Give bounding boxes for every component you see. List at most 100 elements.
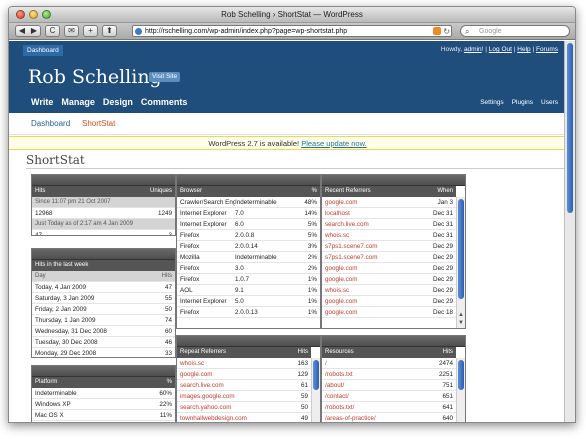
search-field[interactable]: ⌕ Google — [460, 25, 570, 37]
dashboard-tab[interactable]: Dashboard — [23, 45, 63, 56]
repeat-referrer-row[interactable]: whois.sc 163 — [177, 358, 311, 369]
platform-col: Platform — [35, 379, 58, 385]
reload-icon: C — [49, 26, 56, 35]
reload-small-icon[interactable]: ↻ — [443, 26, 450, 37]
secondary-nav: Settings Plugins Users — [480, 99, 558, 106]
update-now-link[interactable]: Please update now. — [301, 139, 366, 148]
platform-cell-0: Windows XP — [35, 401, 71, 408]
referrer-row[interactable]: s7ps1.scene7.com Dec 29 — [322, 241, 456, 252]
submenu-shortstat[interactable]: ShortStat — [82, 119, 115, 128]
separator: | — [485, 46, 487, 53]
referrer-row[interactable]: search.live.com Dec 31 — [322, 219, 456, 230]
back-arrow-icon[interactable]: ◀ — [19, 26, 25, 36]
referrer-cell-0[interactable]: google.com — [325, 307, 423, 317]
resource-row[interactable]: /contact/651 — [322, 391, 456, 402]
nav-settings[interactable]: Settings — [480, 99, 504, 106]
reload-button[interactable]: C — [45, 25, 60, 37]
repeat-referrer-cell-0[interactable]: search.yahoo.com — [180, 402, 278, 412]
help-link[interactable]: Help — [517, 46, 530, 53]
repeat-referrer-row[interactable]: townhallwebdesign.com 49 — [177, 413, 311, 422]
nav-comments[interactable]: Comments — [141, 97, 188, 107]
resource-cell-0[interactable]: /robots.txt/ — [325, 402, 423, 412]
visit-site-button[interactable]: Visit Site — [149, 72, 181, 82]
scroll-up-icon[interactable]: ▲ — [458, 312, 464, 318]
referrer-cell-0[interactable]: localhost — [325, 208, 423, 218]
nav-users[interactable]: Users — [541, 99, 558, 106]
page-scroll-thumb[interactable] — [567, 43, 573, 213]
referrer-cell-0[interactable]: whois.sc — [325, 230, 423, 240]
referrer-row[interactable]: google.com Dec 29 — [322, 274, 456, 285]
rss-icon[interactable] — [433, 27, 441, 35]
page-scrollbar[interactable] — [564, 41, 575, 422]
referrer-row[interactable]: localhost Dec 31 — [322, 208, 456, 219]
nav-design[interactable]: Design — [103, 97, 133, 107]
referrer-cell-0[interactable]: google.com — [325, 296, 423, 306]
browser-cell-0: Firefox — [180, 276, 200, 283]
nav-write[interactable]: Write — [31, 97, 53, 107]
repeat-referrer-cell-0[interactable]: google.com — [180, 369, 278, 379]
repeat-referrer-row[interactable]: search.yahoo.com 50 — [177, 402, 311, 413]
referrer-cell-0[interactable]: s7ps1.scene7.com — [325, 252, 423, 262]
scroll-down-icon[interactable]: ▼ — [458, 320, 464, 326]
resource-cell-0[interactable]: /about/ — [325, 380, 423, 390]
referrer-row[interactable]: whois.sc Dec 31 — [322, 230, 456, 241]
resource-cell-0[interactable]: / — [325, 358, 423, 368]
forums-link[interactable]: Forums — [536, 46, 558, 53]
scroll-thumb[interactable] — [458, 360, 464, 390]
referrer-row[interactable]: google.com Dec 29 — [322, 296, 456, 307]
browser-cell-2: 1% — [307, 287, 317, 294]
repeat-referrer-cell-0[interactable]: whois.sc — [180, 358, 278, 368]
nav-plugins[interactable]: Plugins — [512, 99, 533, 106]
scroll-thumb[interactable] — [313, 360, 319, 390]
repeat-referrer-row[interactable]: images.google.com 59 — [177, 391, 311, 402]
browser-toolbar: ◀ ▶ C ✉ + ⬆ http://rschelling.com/wp-adm… — [9, 23, 575, 40]
nav-manage[interactable]: Manage — [61, 97, 95, 107]
referrer-cell-1: Dec 29 — [433, 254, 453, 261]
resource-cell-0[interactable]: /robots.txt — [325, 369, 423, 379]
resources-scrollbar[interactable] — [456, 358, 465, 422]
referrers-scrollbar[interactable]: ▲ ▼ — [456, 197, 465, 328]
bookmark-button[interactable]: ✉ — [64, 25, 79, 37]
resource-row[interactable]: / 2474 — [322, 358, 456, 369]
blog-name[interactable]: Rob Schelling — [28, 66, 162, 88]
repeat-referrer-cell-0[interactable]: images.google.com — [180, 391, 278, 401]
repeat-referrer-cell-0[interactable]: search.live.com — [180, 380, 278, 390]
address-bar[interactable]: http://rschelling.com/wp-admin/index.php… — [132, 25, 452, 37]
resource-cell-0[interactable]: /areas-of-practice/ — [325, 413, 423, 422]
referrer-row[interactable]: whois.sc Dec 29 — [322, 285, 456, 296]
resource-row[interactable]: /robots.txt 2251 — [322, 369, 456, 380]
browser-cell-0: Firefox — [180, 309, 200, 316]
forward-arrow-icon[interactable]: ▶ — [31, 26, 37, 36]
resource-cell-0[interactable]: /contact/ — [325, 391, 423, 401]
repeat-referrer-row[interactable]: search.live.com 61 — [177, 380, 311, 391]
resource-row[interactable]: /areas-of-practice/640 — [322, 413, 456, 422]
scroll-thumb[interactable] — [458, 199, 464, 299]
repeat-referrer-row[interactable]: google.com 129 — [177, 369, 311, 380]
platform-cell-1: 60% — [159, 390, 172, 397]
referrer-row[interactable]: google.com Dec 18 — [322, 307, 456, 318]
back-forward-control[interactable]: ◀ ▶ — [15, 25, 41, 37]
referrer-cell-0[interactable]: s7ps1.scene7.com — [325, 241, 423, 251]
referrer-cell-0[interactable]: google.com — [325, 263, 423, 273]
home-button[interactable]: ⬆ — [102, 25, 117, 37]
panel-header-bar — [32, 249, 175, 260]
user-link[interactable]: admin — [464, 46, 482, 53]
referrer-cell-0[interactable]: whois.sc — [325, 285, 423, 295]
browser-cell-0: Firefox — [180, 232, 200, 239]
referrer-cell-0[interactable]: search.live.com — [325, 219, 423, 229]
add-bookmark-button[interactable]: + — [83, 25, 98, 37]
since-uniques: 1249 — [157, 210, 172, 217]
referrer-row[interactable]: google.com Dec 29 — [322, 263, 456, 274]
browser-cell-1: 2.0.0.14 — [235, 243, 258, 250]
repeat-scrollbar[interactable] — [311, 358, 320, 422]
resource-row[interactable]: /robots.txt/641 — [322, 402, 456, 413]
repeat-referrer-cell-0[interactable]: townhallwebdesign.com — [180, 413, 278, 422]
referrer-cell-0[interactable]: google.com — [325, 274, 423, 284]
resource-row[interactable]: /about/751 — [322, 380, 456, 391]
browser-cell-1: Indeterminable — [235, 199, 277, 206]
logout-link[interactable]: Log Out — [489, 46, 512, 53]
referrer-row[interactable]: s7ps1.scene7.com Dec 29 — [322, 252, 456, 263]
submenu-dashboard[interactable]: Dashboard — [31, 119, 70, 128]
referrer-cell-0[interactable]: google.com — [325, 197, 423, 207]
referrer-row[interactable]: google.com Jan 3 — [322, 197, 456, 208]
